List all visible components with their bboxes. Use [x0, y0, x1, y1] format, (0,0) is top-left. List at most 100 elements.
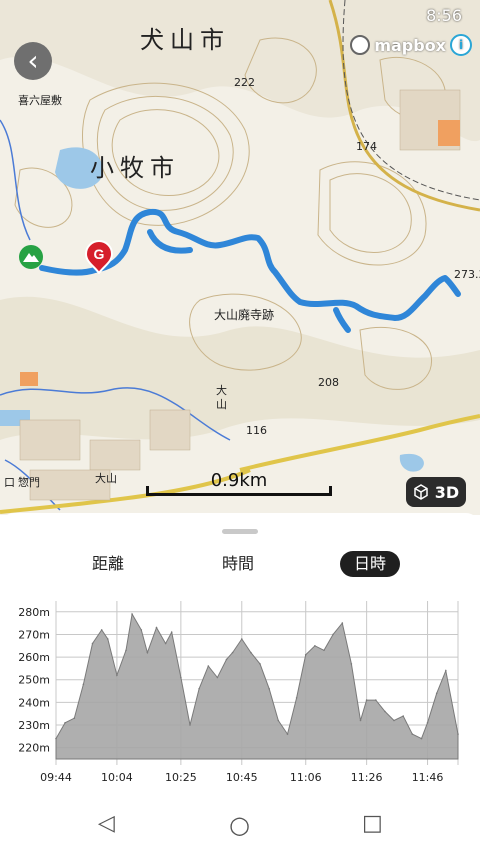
scale-bar: 0.9km: [146, 470, 332, 496]
elevation-label: 174: [356, 140, 377, 153]
y-tick-label: 230m: [18, 719, 50, 732]
map-view[interactable]: 8:56 犬山市 小牧市 喜六屋敷 大山廃寺跡 大 山 大山 口 惣門 222 …: [0, 0, 480, 515]
place-label: 口: [4, 476, 15, 489]
elevation-point: [116, 674, 118, 676]
nav-home-icon[interactable]: ○: [229, 811, 250, 839]
elevation-point: [231, 651, 234, 654]
elevation-point: [314, 645, 316, 647]
elevation-point: [207, 665, 210, 667]
elevation-point: [420, 737, 423, 740]
x-tick-label: 11:06: [290, 771, 322, 784]
elevation-point: [286, 733, 289, 735]
elevation-point: [198, 688, 200, 690]
goal-marker-label: G: [94, 246, 105, 262]
elevation-point: [131, 613, 133, 615]
3d-toggle-button[interactable]: 3D: [406, 477, 466, 507]
elevation-point: [155, 626, 158, 629]
elevation-point: [250, 651, 252, 654]
nav-back-icon[interactable]: ◁: [98, 811, 115, 836]
elevation-point: [268, 688, 271, 690]
place-label: 惣門: [18, 476, 40, 489]
elevation-area: [55, 612, 459, 760]
x-tick-label: 09:44: [40, 771, 72, 784]
elevation-point: [350, 663, 353, 665]
place-label: 大山廃寺跡: [214, 308, 275, 322]
elevation-point: [55, 737, 57, 740]
place-label: 喜六屋敷: [18, 94, 62, 107]
elevation-point: [323, 649, 325, 652]
y-tick-label: 280m: [18, 606, 50, 619]
city-label: 犬山市: [140, 26, 230, 54]
elevation-point: [295, 697, 298, 699]
x-tick-label: 10:04: [101, 771, 133, 784]
tab-time[interactable]: 時間: [222, 551, 254, 577]
elevation-point: [375, 699, 377, 701]
elevation-point: [426, 722, 429, 724]
info-icon[interactable]: i: [450, 34, 472, 56]
mapbox-logo-icon: [350, 35, 371, 55]
x-tick-label: 10:45: [226, 771, 258, 784]
elevation-point: [180, 676, 182, 679]
mapbox-attribution: mapbox i: [350, 34, 472, 56]
elevation-point: [277, 719, 280, 722]
elevation-label: 273.3: [454, 268, 480, 281]
elevation-label: 222: [234, 76, 255, 89]
elevation-point: [402, 715, 405, 717]
system-nav-bar: ◁ ○ □: [0, 793, 480, 853]
mapbox-text: mapbox: [374, 35, 446, 55]
elevation-point: [341, 622, 344, 624]
drag-handle[interactable]: [222, 529, 258, 534]
elevation-point: [164, 642, 167, 645]
elevation-point: [241, 638, 243, 640]
scale-label: 0.9km: [210, 470, 268, 491]
back-button[interactable]: ‹: [14, 42, 52, 80]
elevation-point: [170, 631, 173, 633]
elevation-point: [445, 669, 447, 672]
elevation-point: [393, 719, 395, 722]
elevation-point: [125, 649, 127, 652]
elevation-point: [332, 633, 334, 636]
elevation-point: [107, 638, 109, 640]
elevation-point: [189, 724, 191, 726]
city-label: 小牧市: [90, 154, 180, 182]
elevation-point: [225, 658, 228, 661]
elevation-point: [411, 733, 414, 735]
elevation-point: [64, 722, 66, 724]
clock: 8:56: [426, 6, 462, 25]
cube-icon: [414, 484, 428, 500]
x-tick-label: 11:26: [351, 771, 383, 784]
y-tick-label: 260m: [18, 651, 50, 664]
tab-distance[interactable]: 距離: [92, 551, 124, 577]
elevation-point: [359, 719, 362, 722]
start-mountain-icon[interactable]: [18, 244, 44, 270]
elevation-point: [216, 676, 219, 679]
elevation-label: 116: [246, 424, 267, 437]
chevron-left-icon: ‹: [27, 44, 39, 77]
y-tick-label: 270m: [18, 628, 50, 641]
x-tick-label: 11:46: [412, 771, 444, 784]
status-bar: 8:56: [0, 0, 480, 30]
y-tick-label: 240m: [18, 696, 50, 709]
place-label: 山: [216, 398, 227, 411]
3d-label: 3D: [434, 482, 460, 502]
elevation-point: [100, 629, 103, 631]
place-label: 大山: [95, 472, 117, 485]
elevation-point: [73, 717, 76, 719]
elevation-point: [384, 710, 386, 713]
elevation-point: [146, 651, 149, 654]
tab-datetime[interactable]: 日時: [340, 551, 400, 577]
elevation-point: [304, 654, 307, 656]
elevation-chart[interactable]: 280m 270m 260m 250m 240m 230m 220m 09:44 10:04 10…: [0, 593, 480, 793]
nav-recent-icon[interactable]: □: [362, 811, 383, 836]
x-tick-label: 10:25: [165, 771, 197, 784]
elevation-point: [457, 733, 459, 735]
elevation-point: [140, 629, 143, 631]
elevation-point: [365, 699, 368, 701]
elevation-point: [91, 642, 94, 645]
y-tick-label: 220m: [18, 742, 50, 755]
elevation-point: [435, 692, 438, 695]
elevation-point: [259, 663, 261, 665]
elevation-label: 208: [318, 376, 339, 389]
y-tick-label: 250m: [18, 674, 50, 687]
goal-marker-icon[interactable]: G: [84, 240, 114, 274]
